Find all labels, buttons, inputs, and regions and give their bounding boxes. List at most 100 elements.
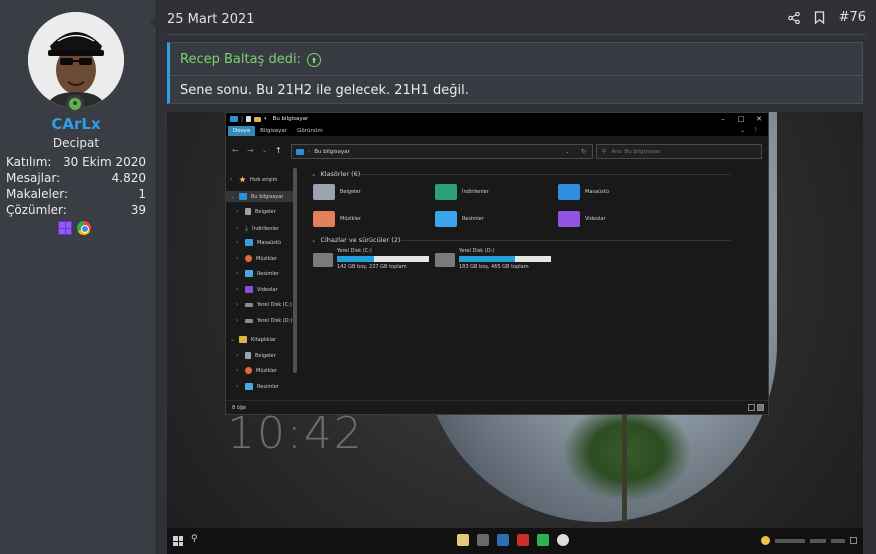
quote-header[interactable]: Recep Baltaş dedi: (180, 52, 321, 67)
mail-app-icon[interactable] (497, 534, 509, 546)
user-title: Decipat (52, 136, 100, 150)
item-count: 8 öğe (232, 404, 247, 411)
drive-c[interactable]: Yerel Disk (C:) 142 GB boş, 237 GB topla… (313, 248, 429, 270)
file-explorer-app-icon[interactable] (457, 534, 469, 546)
nav-videos[interactable]: › Videolar (236, 286, 278, 293)
nav-lib-documents[interactable]: › Belgeler (236, 352, 276, 359)
nav-label: Videolar (257, 286, 278, 293)
drive-usage-fill (459, 256, 516, 262)
nav-documents[interactable]: › Belgeler (236, 208, 276, 215)
folder-label: İndirilenler (462, 189, 489, 195)
nav-quick-access[interactable]: › Hızlı erişim (230, 176, 278, 183)
maximize-icon[interactable]: □ (732, 113, 750, 125)
nav-label: Bu bilgisayar (251, 193, 284, 200)
username[interactable]: CArLx (0, 115, 152, 133)
nav-this-pc[interactable]: ⌄ Bu bilgisayar (226, 191, 293, 202)
nav-drive-c[interactable]: › Yerel Disk (C:) (236, 301, 292, 308)
message-arrow (150, 14, 158, 30)
recent-chevron-icon[interactable]: ⌄ (262, 147, 267, 154)
search-placeholder: Ara: Bu bilgisayar (611, 148, 661, 155)
new-folder-icon[interactable] (254, 116, 262, 122)
folder-label: Masaüstü (585, 189, 609, 195)
drive-d[interactable]: Yerel Disk (D:) 183 GB boş, 465 GB topla… (435, 248, 551, 270)
notifications-icon[interactable] (850, 537, 857, 544)
search-icon[interactable]: ⚲ (191, 534, 198, 544)
clock[interactable] (831, 538, 845, 543)
folder-pictures[interactable]: Resimler (435, 211, 484, 227)
nav-libraries[interactable]: ⌄ Kitaplıklar (230, 336, 276, 343)
nav-downloads[interactable]: › ⤓ İndirilenler (236, 224, 279, 233)
window-controls: – □ ✕ (714, 113, 768, 125)
drive-label: Yerel Disk (C:) (337, 248, 372, 254)
folder-desktop[interactable]: Masaüstü (558, 184, 609, 200)
dropdown-icon[interactable]: ⌄ (565, 148, 570, 155)
weather-icon[interactable] (761, 536, 770, 545)
avatar[interactable] (28, 12, 124, 108)
help-icon[interactable]: ? (749, 126, 762, 136)
folder-music[interactable]: Müzikler (313, 211, 361, 227)
up-icon[interactable]: ↑ (275, 146, 282, 155)
expand-ribbon-icon[interactable]: ⌄ (735, 126, 750, 136)
quote-author[interactable]: Recep Baltaş dedi: (180, 52, 301, 67)
tab-view[interactable]: Görünüm (292, 126, 328, 136)
drives-section-header[interactable]: ⌄ Cihazlar ve sürücüler (2) (311, 236, 731, 244)
address-bar[interactable]: › Bu bilgisayar ⌄ ↻ (291, 144, 593, 159)
tab-computer[interactable]: Bilgisayar (255, 126, 292, 136)
nav-lib-music[interactable]: › Müzikler (236, 367, 277, 374)
chrome-app-icon[interactable] (557, 534, 569, 546)
folders-section-header[interactable]: ⌄ Klasörler (6) (311, 170, 731, 178)
user-badges (58, 221, 91, 235)
close-icon[interactable]: ✕ (750, 113, 768, 125)
store-app-icon[interactable] (477, 534, 489, 546)
tab-file[interactable]: Dosya (228, 126, 256, 136)
back-icon[interactable]: ← (232, 146, 239, 155)
forward-icon[interactable]: → (247, 146, 254, 155)
taskbar-apps (457, 534, 569, 546)
videos-folder-icon (558, 211, 580, 227)
weather-text[interactable] (775, 538, 805, 543)
post-date[interactable]: 25 Mart 2021 (167, 12, 255, 27)
windows-start-icon[interactable] (173, 536, 183, 546)
jump-up-icon[interactable] (306, 52, 321, 67)
properties-icon[interactable] (246, 116, 252, 122)
explorer-titlebar: | ▾ Bu bilgisayar – □ ✕ (226, 113, 768, 125)
nav-music[interactable]: › Müzikler (236, 255, 277, 262)
app-icon[interactable] (517, 534, 529, 546)
details-view-icon[interactable] (748, 404, 755, 411)
bookmark-icon[interactable] (814, 11, 825, 24)
chevron-down-icon[interactable]: ▾ (264, 116, 267, 122)
lock-clock: 10:42 (227, 408, 364, 459)
chrome-badge-icon[interactable] (77, 221, 91, 235)
nav-lib-pictures[interactable]: › Resimler (236, 383, 279, 390)
folder-downloads[interactable]: İndirilenler (435, 184, 489, 200)
taskbar: ⚲ (167, 528, 863, 554)
section-divider (361, 173, 731, 175)
breadcrumb-chevron-icon: › (308, 148, 311, 155)
nav-label: Resimler (257, 270, 279, 277)
attached-screenshot[interactable]: 10:42 | ▾ Bu bilgisayar – □ ✕ Dosya Bilg… (167, 112, 863, 554)
folder-label: Resimler (462, 216, 484, 222)
folder-documents[interactable]: Belgeler (313, 184, 361, 200)
nav-pictures[interactable]: › Resimler (236, 270, 279, 277)
search-input[interactable]: ⚲ Ara: Bu bilgisayar (596, 144, 762, 159)
share-icon[interactable] (787, 11, 800, 24)
folder-videos[interactable]: Videolar (558, 211, 606, 227)
windows-badge-icon[interactable] (58, 221, 72, 235)
forum-post: CArLx Decipat Katılım: 30 Ekim 2020 Mesa… (0, 0, 876, 554)
minimize-icon[interactable]: – (714, 113, 732, 125)
stat-value: 30 Ekim 2020 (63, 155, 146, 169)
tray-icons[interactable] (810, 538, 826, 543)
content-pane: ⌄ Klasörler (6) Belgeler İndirilenler Ma… (305, 166, 765, 402)
drive-info: 183 GB boş, 465 GB toplam (459, 264, 529, 270)
nav-scrollbar[interactable] (293, 168, 297, 373)
post-number[interactable]: #76 (839, 10, 866, 25)
file-explorer-window: | ▾ Bu bilgisayar – □ ✕ Dosya Bilgisayar… (225, 112, 769, 415)
large-icons-view-icon[interactable] (757, 404, 764, 411)
app-icon[interactable] (537, 534, 549, 546)
nav-drive-d[interactable]: › Yerel Disk (D:) (236, 317, 292, 324)
refresh-icon[interactable]: ↻ (581, 148, 586, 155)
online-status-icon (66, 95, 84, 113)
window-title: Bu bilgisayar (272, 116, 309, 122)
post-actions: #76 (787, 10, 866, 25)
nav-desktop[interactable]: › Masaüstü (236, 239, 281, 246)
